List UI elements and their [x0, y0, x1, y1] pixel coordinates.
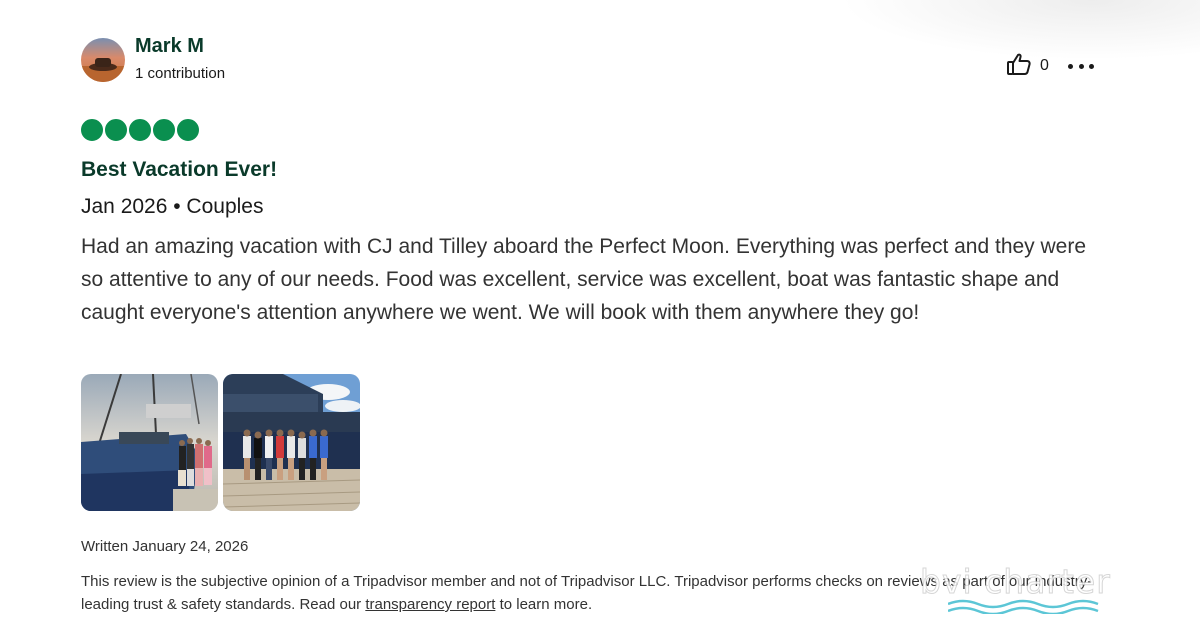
review-title: Best Vacation Ever!	[81, 158, 278, 181]
dot	[1068, 63, 1073, 69]
transparency-report-link[interactable]: transparency report	[365, 596, 495, 613]
contribution-count: 1 contribution	[135, 65, 226, 82]
rating-bubble-icon	[177, 119, 199, 141]
avatar[interactable]	[81, 38, 125, 82]
watermark-logo: bvi charter	[920, 556, 1180, 616]
thumbs-up-icon	[1006, 52, 1032, 81]
watermark-text: bvi charter	[920, 562, 1111, 602]
review-body: Had an amazing vacation with CJ and Till…	[81, 235, 1087, 324]
rating-bubbles	[81, 119, 199, 141]
rating-bubble-icon	[153, 119, 175, 141]
helpful-vote-count: 0	[1040, 57, 1049, 74]
dot	[1089, 63, 1094, 69]
written-date: Written January 24, 2026	[81, 538, 249, 555]
helpful-vote-button[interactable]: 0	[1006, 53, 1049, 79]
rating-bubble-icon	[129, 119, 151, 141]
rating-bubble-icon	[81, 119, 103, 141]
review-photo[interactable]	[223, 374, 360, 511]
review-meta: Jan 2026 • Couples	[81, 195, 264, 218]
review-photo[interactable]	[81, 374, 218, 511]
disclaimer-text-end: to learn more.	[495, 596, 593, 613]
rating-bubble-icon	[105, 119, 127, 141]
dot	[1078, 63, 1084, 69]
wave-icon	[948, 599, 1099, 614]
user-name[interactable]: Mark M	[135, 35, 204, 58]
more-options-button[interactable]	[1068, 58, 1094, 74]
